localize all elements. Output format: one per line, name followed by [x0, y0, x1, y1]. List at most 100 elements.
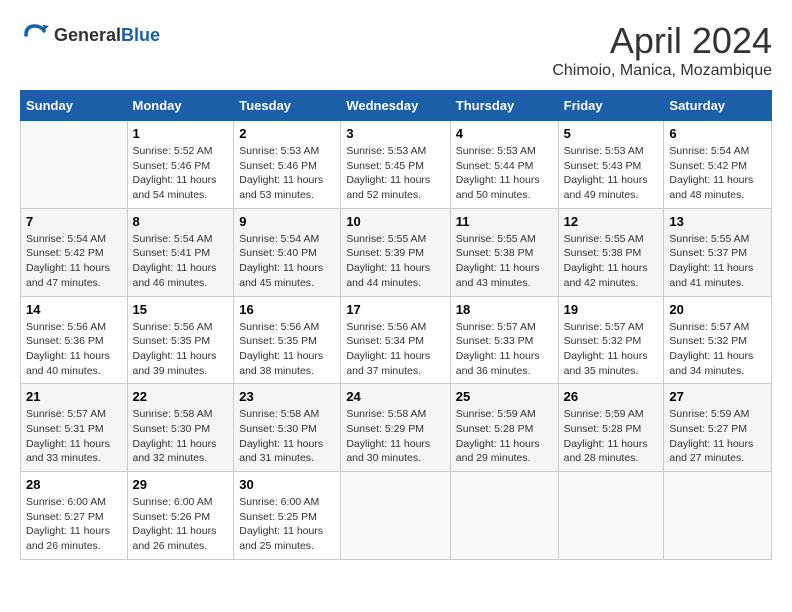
- calendar-cell: 20 Sunrise: 5:57 AM Sunset: 5:32 PM Dayli…: [664, 296, 772, 384]
- day-number: 8: [133, 214, 229, 229]
- day-number: 14: [26, 302, 122, 317]
- page-title: April 2024: [552, 20, 772, 62]
- day-info: Sunrise: 5:56 AM Sunset: 5:35 PM Dayligh…: [133, 320, 229, 379]
- day-number: 30: [239, 477, 335, 492]
- calendar-cell: [450, 472, 558, 560]
- calendar-cell: [558, 472, 664, 560]
- day-info: Sunrise: 5:56 AM Sunset: 5:35 PM Dayligh…: [239, 320, 335, 379]
- calendar-cell: 9Sunrise: 5:54 AM Sunset: 5:40 PM Daylig…: [234, 208, 341, 296]
- calendar-cell: 4 Sunrise: 5:53 AM Sunset: 5:44 PM Daylig…: [450, 121, 558, 209]
- calendar-week-row: 1 Sunrise: 5:52 AM Sunset: 5:46 PM Daylig…: [21, 121, 772, 209]
- day-number: 24: [346, 389, 444, 404]
- day-number: 23: [239, 389, 335, 404]
- day-info: Sunrise: 5:57 AM Sunset: 5:33 PM Dayligh…: [456, 320, 553, 379]
- calendar-cell: 11 Sunrise: 5:55 AM Sunset: 5:38 PM Dayli…: [450, 208, 558, 296]
- day-info: Sunrise: 5:53 AM Sunset: 5:46 PM Dayligh…: [239, 144, 335, 203]
- calendar-cell: 14 Sunrise: 5:56 AM Sunset: 5:36 PM Dayli…: [21, 296, 128, 384]
- calendar-table: SundayMondayTuesdayWednesdayThursdayFrid…: [20, 90, 772, 560]
- calendar-cell: 1 Sunrise: 5:52 AM Sunset: 5:46 PM Daylig…: [127, 121, 234, 209]
- calendar-week-row: 7Sunrise: 5:54 AM Sunset: 5:42 PM Daylig…: [21, 208, 772, 296]
- calendar-header-row: SundayMondayTuesdayWednesdayThursdayFrid…: [21, 91, 772, 121]
- day-info: Sunrise: 5:58 AM Sunset: 5:29 PM Dayligh…: [346, 407, 444, 466]
- day-info: Sunrise: 5:53 AM Sunset: 5:44 PM Dayligh…: [456, 144, 553, 203]
- day-info: Sunrise: 5:54 AM Sunset: 5:42 PM Dayligh…: [669, 144, 766, 203]
- day-number: 3: [346, 126, 444, 141]
- calendar-cell: 24 Sunrise: 5:58 AM Sunset: 5:29 PM Dayli…: [341, 384, 450, 472]
- calendar-cell: 21 Sunrise: 5:57 AM Sunset: 5:31 PM Dayli…: [21, 384, 128, 472]
- day-info: Sunrise: 5:54 AM Sunset: 5:41 PM Dayligh…: [133, 232, 229, 291]
- column-header-tuesday: Tuesday: [234, 91, 341, 121]
- day-number: 13: [669, 214, 766, 229]
- day-info: Sunrise: 5:58 AM Sunset: 5:30 PM Dayligh…: [133, 407, 229, 466]
- day-number: 4: [456, 126, 553, 141]
- day-number: 19: [564, 302, 659, 317]
- day-number: 29: [133, 477, 229, 492]
- column-header-saturday: Saturday: [664, 91, 772, 121]
- day-number: 17: [346, 302, 444, 317]
- column-header-sunday: Sunday: [21, 91, 128, 121]
- day-info: Sunrise: 5:55 AM Sunset: 5:38 PM Dayligh…: [564, 232, 659, 291]
- calendar-cell: 30 Sunrise: 6:00 AM Sunset: 5:25 PM Dayli…: [234, 472, 341, 560]
- day-info: Sunrise: 6:00 AM Sunset: 5:25 PM Dayligh…: [239, 495, 335, 554]
- calendar-cell: 25 Sunrise: 5:59 AM Sunset: 5:28 PM Dayli…: [450, 384, 558, 472]
- calendar-cell: 17 Sunrise: 5:56 AM Sunset: 5:34 PM Dayli…: [341, 296, 450, 384]
- calendar-cell: 8 Sunrise: 5:54 AM Sunset: 5:41 PM Daylig…: [127, 208, 234, 296]
- day-info: Sunrise: 5:59 AM Sunset: 5:28 PM Dayligh…: [456, 407, 553, 466]
- day-info: Sunrise: 5:52 AM Sunset: 5:46 PM Dayligh…: [133, 144, 229, 203]
- day-number: 7: [26, 214, 122, 229]
- calendar-cell: 15 Sunrise: 5:56 AM Sunset: 5:35 PM Dayli…: [127, 296, 234, 384]
- day-number: 18: [456, 302, 553, 317]
- calendar-cell: [664, 472, 772, 560]
- calendar-cell: 7Sunrise: 5:54 AM Sunset: 5:42 PM Daylig…: [21, 208, 128, 296]
- day-number: 25: [456, 389, 553, 404]
- day-info: Sunrise: 5:55 AM Sunset: 5:37 PM Dayligh…: [669, 232, 766, 291]
- day-number: 10: [346, 214, 444, 229]
- column-header-friday: Friday: [558, 91, 664, 121]
- calendar-week-row: 14 Sunrise: 5:56 AM Sunset: 5:36 PM Dayli…: [21, 296, 772, 384]
- day-number: 27: [669, 389, 766, 404]
- calendar-cell: 2 Sunrise: 5:53 AM Sunset: 5:46 PM Daylig…: [234, 121, 341, 209]
- day-info: Sunrise: 6:00 AM Sunset: 5:26 PM Dayligh…: [133, 495, 229, 554]
- column-header-thursday: Thursday: [450, 91, 558, 121]
- calendar-cell: 29 Sunrise: 6:00 AM Sunset: 5:26 PM Dayli…: [127, 472, 234, 560]
- logo-text-general: General: [54, 25, 121, 46]
- column-header-wednesday: Wednesday: [341, 91, 450, 121]
- day-number: 9: [239, 214, 335, 229]
- day-info: Sunrise: 5:56 AM Sunset: 5:36 PM Dayligh…: [26, 320, 122, 379]
- day-number: 15: [133, 302, 229, 317]
- title-block: April 2024 Chimoio, Manica, Mozambique: [552, 20, 772, 80]
- calendar-cell: 6Sunrise: 5:54 AM Sunset: 5:42 PM Daylig…: [664, 121, 772, 209]
- day-info: Sunrise: 5:56 AM Sunset: 5:34 PM Dayligh…: [346, 320, 444, 379]
- day-number: 1: [133, 126, 229, 141]
- calendar-cell: [341, 472, 450, 560]
- calendar-cell: 12 Sunrise: 5:55 AM Sunset: 5:38 PM Dayli…: [558, 208, 664, 296]
- day-info: Sunrise: 5:53 AM Sunset: 5:43 PM Dayligh…: [564, 144, 659, 203]
- column-header-monday: Monday: [127, 91, 234, 121]
- day-number: 5: [564, 126, 659, 141]
- day-number: 20: [669, 302, 766, 317]
- day-number: 2: [239, 126, 335, 141]
- calendar-cell: 23Sunrise: 5:58 AM Sunset: 5:30 PM Dayli…: [234, 384, 341, 472]
- calendar-cell: 18 Sunrise: 5:57 AM Sunset: 5:33 PM Dayli…: [450, 296, 558, 384]
- calendar-cell: 5 Sunrise: 5:53 AM Sunset: 5:43 PM Daylig…: [558, 121, 664, 209]
- calendar-cell: 3 Sunrise: 5:53 AM Sunset: 5:45 PM Daylig…: [341, 121, 450, 209]
- calendar-cell: [21, 121, 128, 209]
- day-info: Sunrise: 5:57 AM Sunset: 5:31 PM Dayligh…: [26, 407, 122, 466]
- day-number: 28: [26, 477, 122, 492]
- page-subtitle: Chimoio, Manica, Mozambique: [552, 62, 772, 80]
- day-info: Sunrise: 5:53 AM Sunset: 5:45 PM Dayligh…: [346, 144, 444, 203]
- calendar-cell: 13 Sunrise: 5:55 AM Sunset: 5:37 PM Dayli…: [664, 208, 772, 296]
- day-info: Sunrise: 5:57 AM Sunset: 5:32 PM Dayligh…: [669, 320, 766, 379]
- calendar-cell: 16 Sunrise: 5:56 AM Sunset: 5:35 PM Dayli…: [234, 296, 341, 384]
- logo-icon: [20, 20, 50, 50]
- day-info: Sunrise: 5:55 AM Sunset: 5:38 PM Dayligh…: [456, 232, 553, 291]
- day-number: 11: [456, 214, 553, 229]
- day-number: 12: [564, 214, 659, 229]
- logo: General Blue: [20, 20, 160, 50]
- day-number: 26: [564, 389, 659, 404]
- day-number: 16: [239, 302, 335, 317]
- day-number: 21: [26, 389, 122, 404]
- calendar-week-row: 21 Sunrise: 5:57 AM Sunset: 5:31 PM Dayli…: [21, 384, 772, 472]
- day-info: Sunrise: 5:59 AM Sunset: 5:27 PM Dayligh…: [669, 407, 766, 466]
- calendar-cell: 19Sunrise: 5:57 AM Sunset: 5:32 PM Dayli…: [558, 296, 664, 384]
